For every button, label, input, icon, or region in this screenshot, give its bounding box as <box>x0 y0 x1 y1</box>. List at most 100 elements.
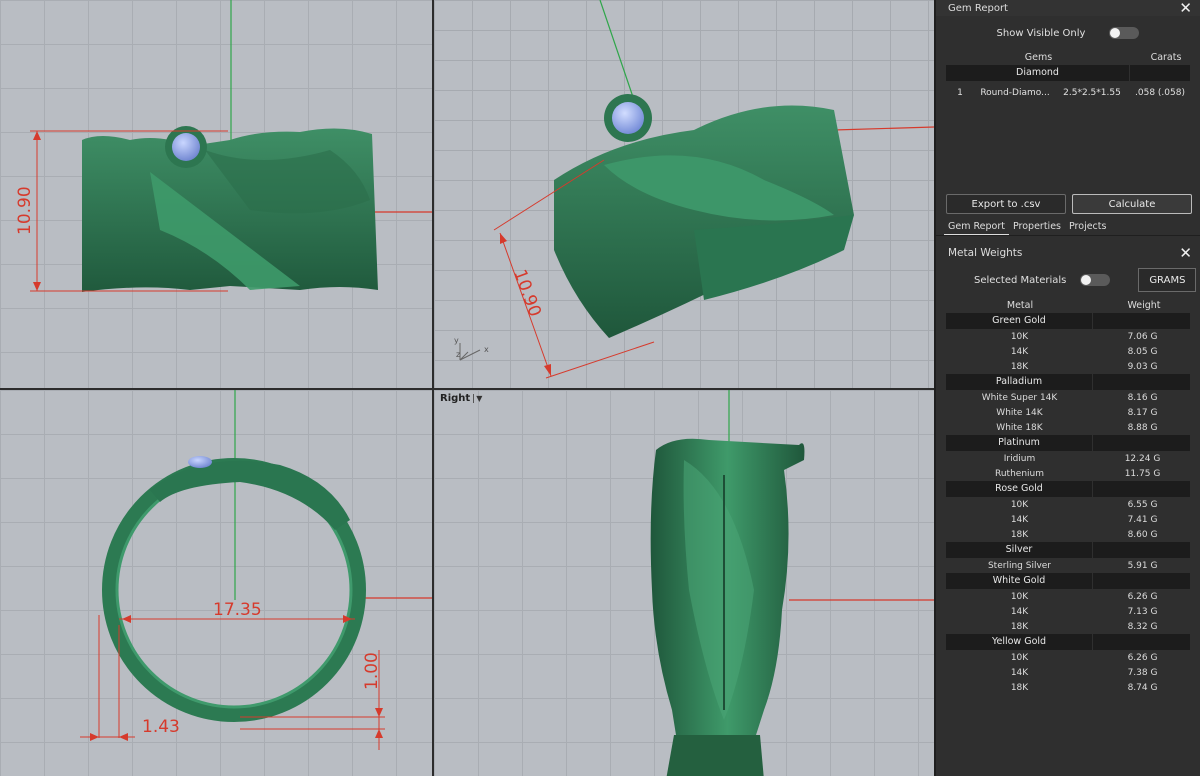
tab-projects[interactable]: Projects <box>1065 219 1110 235</box>
metal-column-header: Metal <box>1006 299 1034 311</box>
axis-x-label: x <box>484 345 489 354</box>
metal-group-row: Yellow Gold <box>946 634 1190 650</box>
carats-column-header: Carats <box>1150 52 1182 63</box>
metal-weight: 6.26 G <box>1127 652 1158 663</box>
metal-name: 10K <box>1010 499 1029 510</box>
metal-name: Sterling Silver <box>987 560 1052 571</box>
metal-row[interactable]: 14K 7.41 G <box>946 512 1190 527</box>
metal-weight: 5.91 G <box>1127 560 1158 571</box>
metal-row[interactable]: 14K 7.38 G <box>946 665 1190 680</box>
gem-number: 1 <box>957 88 963 98</box>
metal-row[interactable]: 10K 7.06 G <box>946 329 1190 344</box>
show-visible-only-row: Show Visible Only <box>936 16 1200 50</box>
metal-name: 14K <box>1010 514 1029 525</box>
metal-group-row: Rose Gold <box>946 481 1190 497</box>
gem-report-actions: Export to .csv Calculate <box>936 194 1200 214</box>
metal-weight: 8.16 G <box>1127 392 1158 403</box>
close-icon[interactable]: ✕ <box>1179 245 1192 261</box>
metal-row[interactable]: Iridium 12.24 G <box>946 451 1190 466</box>
gem-table-row[interactable]: 1 Round-Diamo... 2.5*2.5*1.55 .058 (.058… <box>946 85 1190 101</box>
metal-row[interactable]: White 18K 8.88 G <box>946 420 1190 435</box>
metal-weight: 8.60 G <box>1127 529 1158 540</box>
metal-group-label: Rose Gold <box>946 481 1093 497</box>
metal-name: 18K <box>1010 529 1029 540</box>
front-height-dimension: 10.90 <box>15 186 35 235</box>
metal-row[interactable]: 10K 6.55 G <box>946 497 1190 512</box>
metal-row[interactable]: 14K 7.13 G <box>946 604 1190 619</box>
metal-row[interactable]: 18K 8.60 G <box>946 527 1190 542</box>
gem-size: 2.5*2.5*1.55 <box>1063 88 1121 98</box>
metal-weight: 11.75 G <box>1124 468 1161 479</box>
metal-name: 18K <box>1010 361 1029 372</box>
panel-tabs: Gem Report Properties Projects <box>936 219 1200 235</box>
viewport-right[interactable]: Right ▼ <box>434 390 934 776</box>
selected-materials-toggle[interactable] <box>1080 274 1111 286</box>
metal-row[interactable]: 18K 8.32 G <box>946 619 1190 634</box>
grams-unit-button[interactable]: GRAMS <box>1138 268 1197 292</box>
show-visible-only-toggle[interactable] <box>1109 27 1140 39</box>
metal-weight: 12.24 G <box>1124 453 1161 464</box>
selected-materials-label: Selected Materials <box>974 274 1067 286</box>
metal-group-row: Palladium <box>946 374 1190 390</box>
metal-group-label: White Gold <box>946 573 1093 589</box>
metal-row[interactable]: 10K 6.26 G <box>946 589 1190 604</box>
metal-group-label: Green Gold <box>946 313 1093 329</box>
metal-row[interactable]: White Super 14K 8.16 G <box>946 390 1190 405</box>
viewport-side[interactable]: 17.35 1.43 1.00 <box>0 390 432 776</box>
metal-name: 18K <box>1010 621 1029 632</box>
gem-name: Round-Diamo... <box>980 88 1050 98</box>
perspective-height-dimension: 10.90 <box>509 267 544 320</box>
gem-group-row: Diamond <box>946 65 1190 81</box>
metal-row[interactable]: 18K 9.03 G <box>946 359 1190 374</box>
metal-weights-title: Metal Weights <box>948 247 1023 259</box>
tab-properties[interactable]: Properties <box>1009 219 1065 235</box>
close-icon[interactable]: ✕ <box>1179 0 1192 16</box>
gem-report-title: Gem Report <box>948 2 1008 14</box>
metal-group-row: Platinum <box>946 435 1190 451</box>
viewport-front[interactable]: 10.90 <box>0 0 432 388</box>
metal-weight: 7.41 G <box>1127 514 1158 525</box>
metal-weight: 8.32 G <box>1127 621 1158 632</box>
viewport-area: 10.90 10.90 y x z 17.35 1.43 1.00 Right … <box>0 0 934 776</box>
band-width-dimension: 1.43 <box>142 717 180 737</box>
metal-name: 18K <box>1010 682 1029 693</box>
metal-weight: 6.26 G <box>1127 591 1158 602</box>
front-view-drawing: 10.90 <box>15 0 432 292</box>
metal-weights-header: Metal Weights ✕ <box>936 240 1200 266</box>
metal-name: Ruthenium <box>995 468 1044 479</box>
metal-name: 14K <box>1010 606 1029 617</box>
calculate-button[interactable]: Calculate <box>1072 194 1192 214</box>
metal-row[interactable]: Ruthenium 11.75 G <box>946 466 1190 481</box>
tab-gem-report[interactable]: Gem Report <box>944 219 1009 235</box>
metal-group-row: White Gold <box>946 573 1190 589</box>
metal-group-label: Platinum <box>946 435 1093 451</box>
metal-weight: 8.74 G <box>1127 682 1158 693</box>
metal-name: Iridium <box>1003 453 1036 464</box>
metal-group-label: Silver <box>946 542 1093 558</box>
gem-carats: .058 (.058) <box>1135 88 1185 98</box>
gems-column-header: Gems <box>1024 52 1053 63</box>
metal-row[interactable]: 10K 6.26 G <box>946 650 1190 665</box>
side-view-drawing: 17.35 1.43 1.00 <box>80 390 432 750</box>
metal-name: 10K <box>1010 652 1029 663</box>
metal-name: 14K <box>1010 346 1029 357</box>
metal-weight: 7.38 G <box>1127 667 1158 678</box>
metal-row[interactable]: White 14K 8.17 G <box>946 405 1190 420</box>
axis-z-label: z <box>456 350 460 359</box>
metal-weight: 8.05 G <box>1127 346 1158 357</box>
export-csv-button[interactable]: Export to .csv <box>946 194 1066 214</box>
metal-weight: 7.06 G <box>1127 331 1158 342</box>
metal-row[interactable]: 14K 8.05 G <box>946 344 1190 359</box>
metal-row[interactable]: 18K 8.74 G <box>946 680 1190 695</box>
viewport-perspective[interactable]: 10.90 y x z <box>434 0 934 388</box>
metal-group-label: Yellow Gold <box>946 634 1093 650</box>
metal-row[interactable]: Sterling Silver 5.91 G <box>946 558 1190 573</box>
metal-group-row: Silver <box>946 542 1190 558</box>
metal-name: 10K <box>1010 591 1029 602</box>
show-visible-only-label: Show Visible Only <box>996 27 1086 39</box>
selected-materials-row: Selected Materials GRAMS <box>936 266 1200 294</box>
inner-diameter-dimension: 17.35 <box>213 600 262 620</box>
band-thickness-dimension: 1.00 <box>362 652 382 690</box>
metal-weight: 8.17 G <box>1127 407 1158 418</box>
side-panel: Gem Report ✕ Show Visible Only Gems Cara… <box>934 0 1200 776</box>
